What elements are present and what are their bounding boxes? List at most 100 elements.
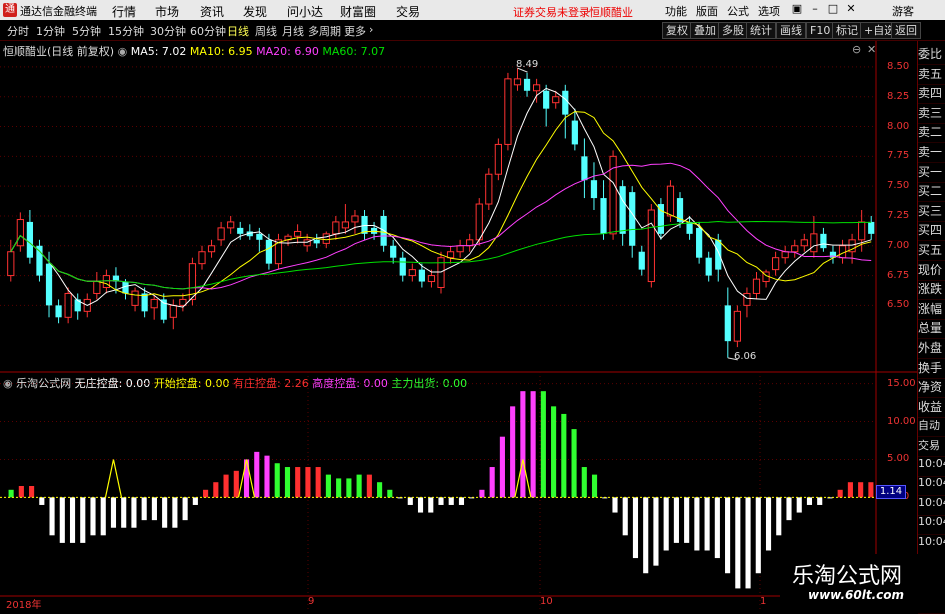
maximize-icon[interactable]: □ — [826, 2, 840, 16]
mark-button[interactable]: 标记 — [832, 22, 862, 39]
tab-60min[interactable]: 60分钟 — [190, 23, 226, 39]
indicator-bar — [510, 406, 516, 498]
kline-chart[interactable] — [0, 41, 917, 609]
side-panel-item[interactable]: 买五 — [918, 241, 945, 261]
back-button[interactable]: 返回 — [891, 22, 921, 39]
side-panel-item[interactable]: 10:04 — [918, 496, 945, 516]
price-tick-label: 8.25 — [887, 90, 910, 102]
tab-daily[interactable]: 日线 — [227, 23, 249, 39]
side-panel-item[interactable]: 买一 — [918, 163, 945, 183]
side-panel-item[interactable]: 买二 — [918, 182, 945, 203]
stats-button[interactable]: 统计 — [746, 22, 776, 39]
tab-weekly[interactable]: 周线 — [255, 23, 277, 39]
candle-body — [504, 78, 512, 145]
side-panel-item[interactable]: 10:04 — [918, 476, 945, 497]
close-icon[interactable]: ✕ — [844, 2, 858, 16]
indicator-bar — [796, 497, 802, 513]
candle-body — [666, 185, 675, 217]
candle-body — [341, 221, 350, 229]
side-panel-item[interactable]: 现价 — [918, 261, 945, 281]
menu-gongshi[interactable]: 公式 — [727, 3, 749, 19]
f10-button[interactable]: F10 — [806, 22, 835, 39]
indicator-bar — [192, 497, 198, 505]
period-toolbar: 分时 1分钟 5分钟 15分钟 30分钟 60分钟 日线 周线 月线 多周期 更… — [0, 20, 945, 41]
side-panel-item[interactable]: 交易 — [918, 437, 945, 457]
indicator-bar — [223, 474, 229, 498]
menu-hangqing[interactable]: 行情 — [112, 3, 136, 20]
overlay-button[interactable]: 叠加 — [690, 22, 720, 39]
candle-body — [485, 173, 493, 205]
menu-jiaoyi[interactable]: 交易 — [396, 3, 420, 20]
side-panel-item[interactable]: 卖三 — [918, 104, 945, 124]
indicator-bar — [632, 497, 639, 559]
fuquan-button[interactable]: 复权 — [662, 22, 692, 39]
draw-line-button[interactable]: 画线 — [776, 22, 806, 39]
side-panel-item[interactable]: 10:04 — [918, 535, 945, 555]
side-panel-item[interactable]: 委比 — [918, 45, 945, 65]
side-panel-item[interactable]: 10:04 — [918, 515, 945, 536]
indicator-bar — [520, 391, 526, 498]
tab-multi-period[interactable]: 多周期 — [308, 23, 341, 39]
skin-icon[interactable]: ▣ — [790, 2, 804, 16]
indicator-bar — [735, 497, 741, 589]
side-panel-item[interactable]: 外盘 — [918, 339, 945, 359]
indicator-bar — [868, 482, 874, 498]
side-panel-item[interactable]: 总量 — [918, 319, 945, 340]
menu-caifuquan[interactable]: 财富圈 — [340, 3, 376, 20]
candle-body — [427, 275, 436, 283]
menu-zixun[interactable]: 资讯 — [200, 3, 224, 20]
candle-body — [55, 305, 62, 318]
tab-more[interactable]: 更多 — [344, 23, 366, 39]
indicator-bar — [90, 497, 96, 536]
indicator-bar — [172, 497, 178, 528]
indicator-bar — [765, 497, 772, 551]
side-panel-item[interactable]: 买四 — [918, 221, 945, 242]
indicator-bar — [295, 467, 301, 498]
minimize-icon[interactable]: – — [808, 2, 822, 16]
menu-banmian[interactable]: 版面 — [696, 3, 718, 19]
candle-body — [64, 292, 72, 318]
indicator-bar — [366, 474, 372, 498]
menu-xuanxiang[interactable]: 选项 — [758, 3, 780, 19]
side-panel-item[interactable]: 涨幅 — [918, 300, 945, 320]
x-label-9: 9 — [308, 596, 315, 607]
multi-stock-button[interactable]: 多股 — [718, 22, 748, 39]
candle-body — [408, 269, 416, 277]
indicator-bar — [663, 497, 669, 551]
more-chevron-icon[interactable]: › — [369, 23, 373, 36]
tab-30min[interactable]: 30分钟 — [150, 23, 186, 39]
side-panel-item[interactable]: 卖四 — [918, 84, 945, 105]
tab-1min[interactable]: 1分钟 — [36, 23, 65, 39]
indicator-bar — [274, 463, 280, 498]
indicator-bar — [213, 482, 219, 498]
side-panel-item[interactable]: 卖五 — [918, 65, 945, 85]
candle-body — [868, 221, 875, 234]
tab-15min[interactable]: 15分钟 — [108, 23, 144, 39]
candle-body — [150, 298, 158, 309]
side-panel-item[interactable]: 10:04 — [918, 457, 945, 477]
side-panel-item[interactable]: 收益 — [918, 398, 945, 418]
x-label-10: 10 — [540, 596, 553, 607]
side-panel-item[interactable]: 涨跌 — [918, 280, 945, 301]
candle-body — [293, 230, 302, 237]
tab-5min[interactable]: 5分钟 — [72, 23, 101, 39]
candle-body — [313, 239, 320, 244]
indicator-bar — [817, 497, 823, 505]
indicator-bar — [591, 474, 598, 498]
indicator-bar — [80, 497, 86, 543]
menu-gongneng[interactable]: 功能 — [665, 3, 687, 19]
menu-faxian[interactable]: 发现 — [243, 3, 267, 20]
menu-shichang[interactable]: 市场 — [155, 3, 179, 20]
side-panel-item[interactable]: 卖一 — [918, 143, 945, 163]
candle-body — [7, 251, 15, 277]
side-panel-item[interactable]: 换手 — [918, 359, 945, 379]
tab-monthly[interactable]: 月线 — [282, 23, 304, 39]
side-panel-item[interactable]: 买三 — [918, 202, 945, 222]
side-panel-item[interactable]: 卖二 — [918, 123, 945, 144]
menu-wenxiaoda[interactable]: 问小达 — [287, 3, 323, 20]
side-panel-item[interactable]: 净资 — [918, 378, 945, 399]
tab-fenshi[interactable]: 分时 — [7, 23, 29, 39]
guest-label[interactable]: 游客 — [892, 3, 914, 19]
login-warning[interactable]: 证券交易未登录 — [513, 4, 590, 20]
side-panel-item[interactable]: 自动 — [918, 417, 945, 438]
